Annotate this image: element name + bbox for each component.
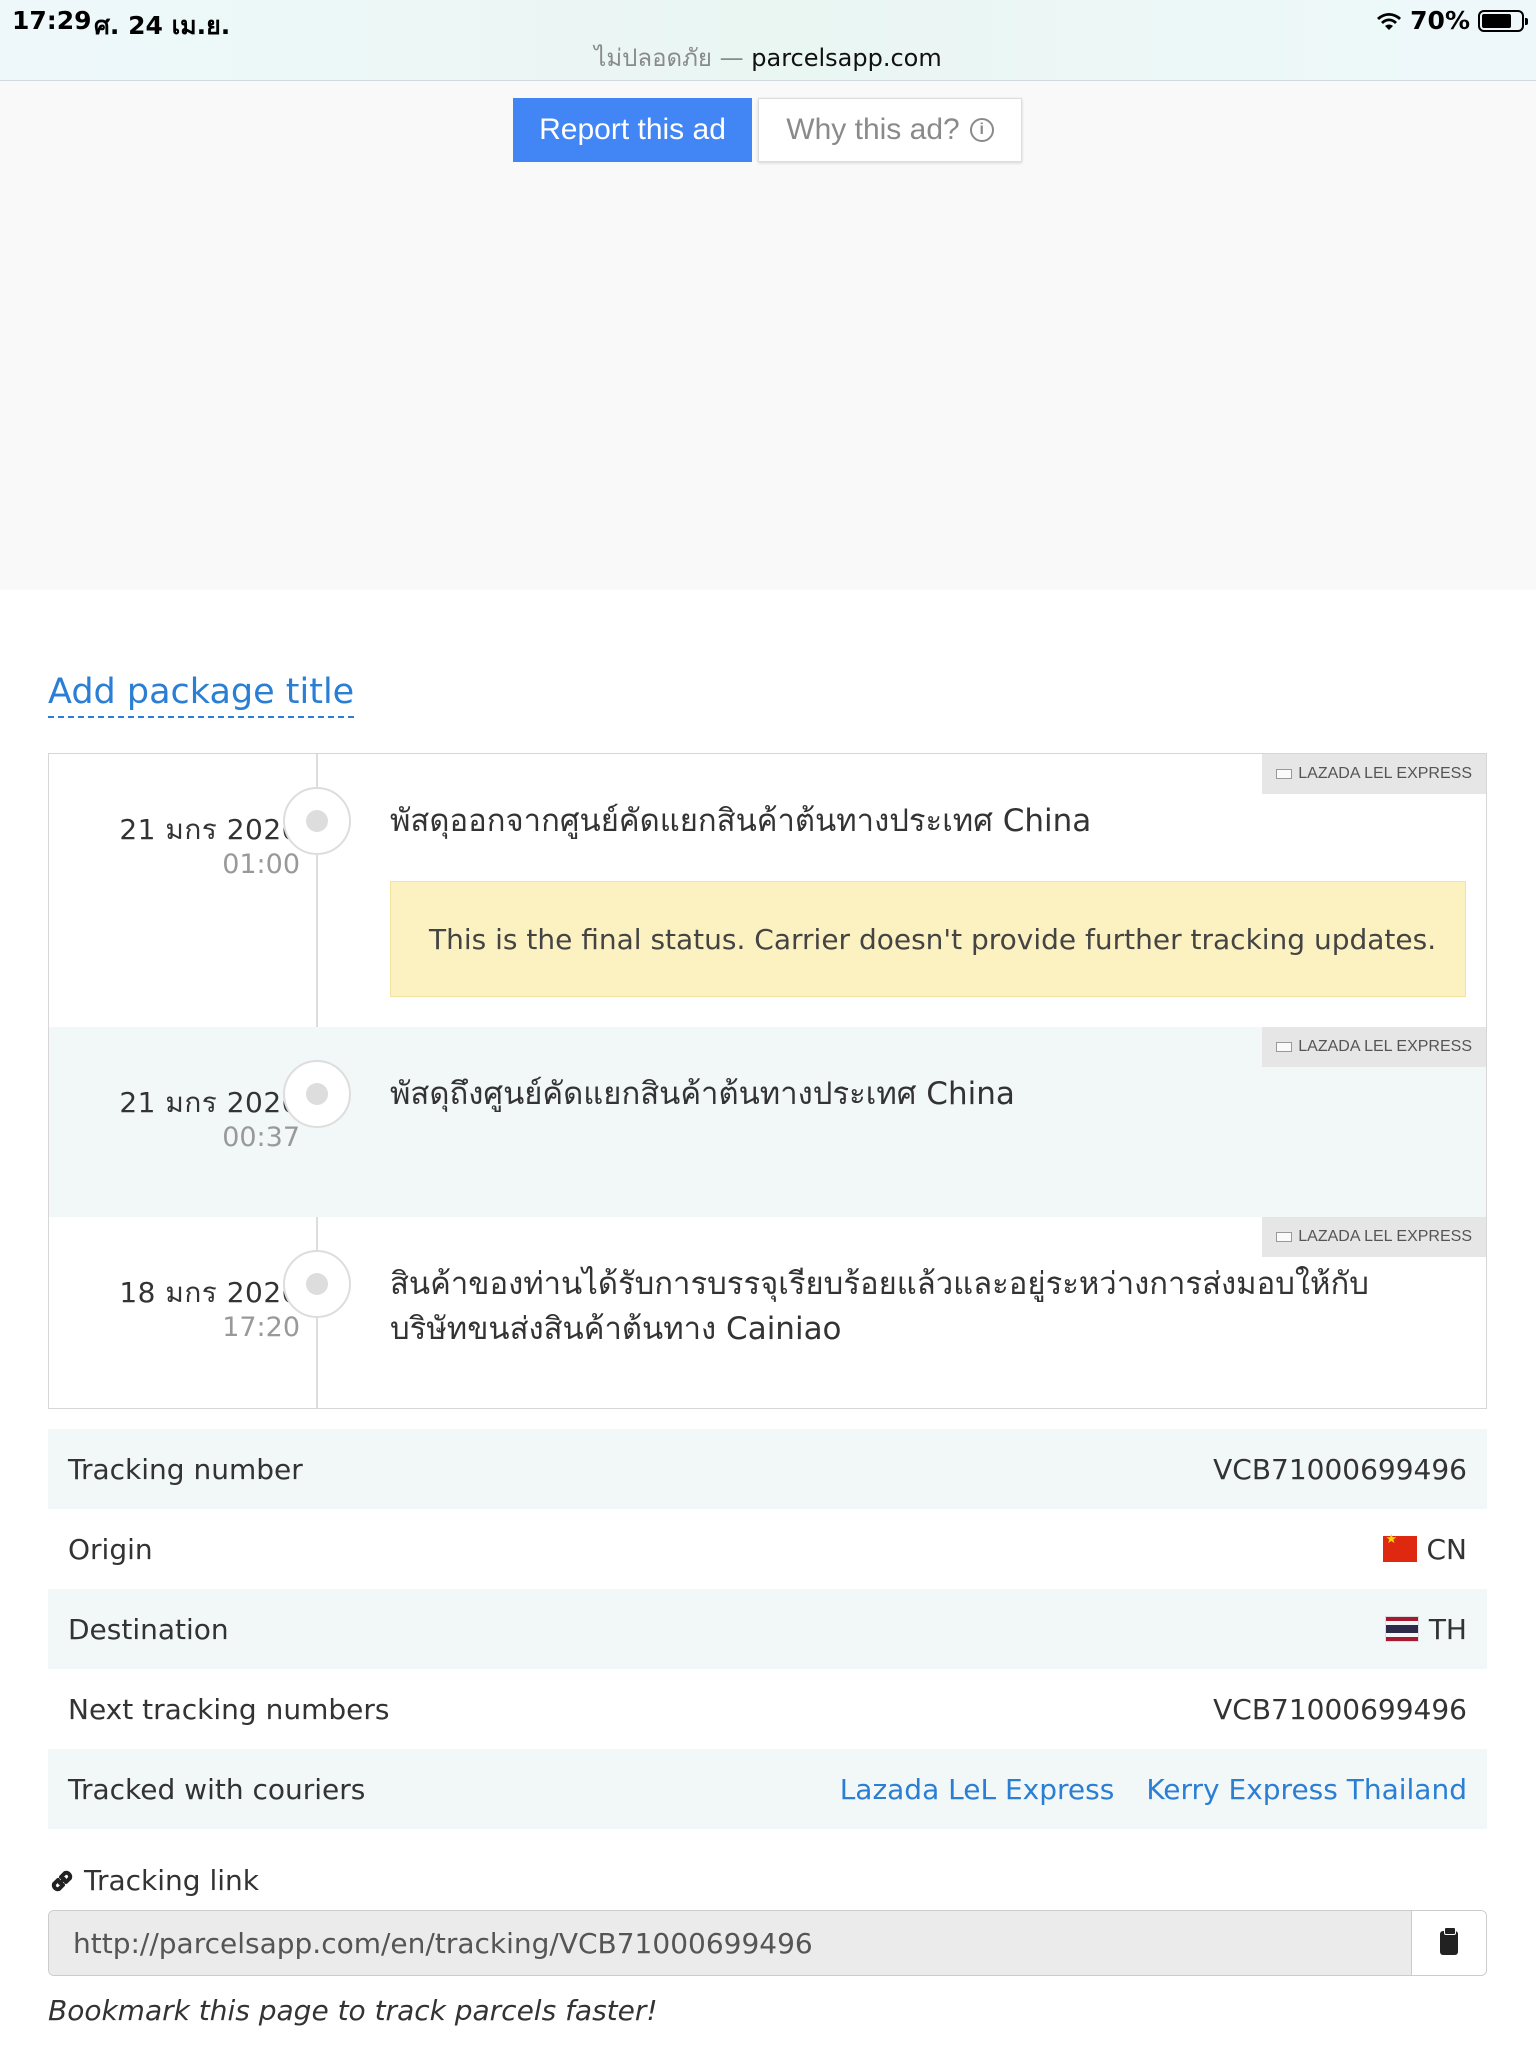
- info-row-tracking-number: Tracking number VCB71000699496: [48, 1429, 1487, 1509]
- event-description: พัสดุออกจากศูนย์คัดแยกสินค้าต้นทางประเทศ…: [390, 803, 1092, 839]
- timeline-dot: [283, 1250, 351, 1318]
- event-description: สินค้าของท่านได้รับการบรรจุเรียบร้อยแล้ว…: [390, 1266, 1369, 1347]
- carrier-badge: LAZADA LEL EXPRESS: [1262, 1027, 1486, 1067]
- why-this-ad-label: Why this ad?: [786, 113, 960, 146]
- destination-value: TH: [1384, 1612, 1467, 1646]
- origin-value: CN: [1382, 1532, 1468, 1566]
- event-time: 01:00: [222, 849, 300, 880]
- couriers-value: Lazada LeL Express Kerry Express Thailan…: [818, 1773, 1467, 1806]
- clock: 17:29: [12, 6, 92, 35]
- tracking-link-input[interactable]: [49, 1911, 1411, 1975]
- carrier-logo-icon: [1276, 769, 1293, 779]
- row-label: Origin: [68, 1532, 153, 1566]
- link-icon: [51, 1870, 73, 1891]
- copy-link-button[interactable]: [1411, 1911, 1486, 1975]
- thailand-flag-icon: [1384, 1616, 1419, 1642]
- tracking-timeline: LAZADA LEL EXPRESS 21 มกร 2020 01:00 พัส…: [48, 753, 1487, 1409]
- destination-code: TH: [1428, 1612, 1467, 1646]
- timeline-dot: [283, 787, 351, 855]
- url-text: parcelsapp.com: [751, 44, 942, 72]
- event-date: 18 มกร 2020: [119, 1276, 300, 1309]
- row-label: Tracked with couriers: [68, 1772, 366, 1806]
- timeline-event: LAZADA LEL EXPRESS 18 มกร 2020 17:20 สิน…: [49, 1217, 1486, 1409]
- carrier-name: LAZADA LEL EXPRESS: [1298, 1038, 1472, 1055]
- event-description: พัสดุถึงศูนย์คัดแยกสินค้าต้นทางประเทศ Ch…: [390, 1076, 1015, 1112]
- courier-link-lazada[interactable]: Lazada LeL Express: [840, 1773, 1115, 1806]
- tracking-number-value: VCB71000699496: [1213, 1452, 1467, 1486]
- tracking-link-heading: Tracking link: [48, 1864, 259, 1897]
- wifi-icon: [1377, 12, 1402, 30]
- timeline-dot: [283, 1060, 351, 1128]
- battery-icon: [1478, 9, 1528, 32]
- package-info-table: Tracking number VCB71000699496 Origin CN…: [48, 1429, 1487, 1829]
- carrier-name: LAZADA LEL EXPRESS: [1298, 1228, 1472, 1245]
- why-this-ad-button[interactable]: Why this ad? i: [758, 98, 1022, 162]
- insecure-label: ไม่ปลอดภัย —: [594, 44, 744, 72]
- event-date: 21 มกร 2020: [119, 813, 300, 846]
- carrier-badge: LAZADA LEL EXPRESS: [1262, 754, 1486, 794]
- event-date: 21 มกร 2020: [119, 1086, 300, 1119]
- timeline-event: LAZADA LEL EXPRESS 21 มกร 2020 01:00 พัส…: [49, 754, 1486, 1027]
- next-tracking-value: VCB71000699496: [1213, 1692, 1467, 1726]
- carrier-name: LAZADA LEL EXPRESS: [1298, 765, 1472, 782]
- china-flag-icon: [1382, 1532, 1417, 1562]
- tracking-link-label: Tracking link: [84, 1864, 259, 1897]
- info-icon: i: [969, 118, 994, 142]
- bookmark-hint: Bookmark this page to track parcels fast…: [48, 1994, 658, 2027]
- info-row-destination: Destination TH: [48, 1589, 1487, 1669]
- report-ad-button[interactable]: Report this ad: [513, 98, 752, 162]
- row-label: Tracking number: [68, 1452, 303, 1486]
- info-row-couriers: Tracked with couriers Lazada LeL Express…: [48, 1749, 1487, 1829]
- battery-percent: 70%: [1410, 6, 1470, 35]
- status-bar: 17:29 ศ. 24 เม.ย. 70% ไม่ปลอดภัย — parce…: [0, 0, 1536, 81]
- event-time: 00:37: [222, 1122, 300, 1153]
- courier-link-kerry[interactable]: Kerry Express Thailand: [1146, 1773, 1467, 1806]
- clipboard-icon: [1440, 1927, 1458, 1955]
- carrier-logo-icon: [1276, 1042, 1293, 1052]
- row-label: Destination: [68, 1612, 229, 1646]
- final-status-alert: This is the final status. Carrier doesn'…: [390, 881, 1466, 997]
- ad-container: Report this ad Why this ad? i: [0, 81, 1536, 590]
- timeline-event: LAZADA LEL EXPRESS 21 มกร 2020 00:37 พัส…: [49, 1027, 1486, 1217]
- address-bar[interactable]: ไม่ปลอดภัย — parcelsapp.com: [0, 38, 1536, 77]
- event-time: 17:20: [222, 1312, 300, 1343]
- origin-code: CN: [1426, 1532, 1468, 1566]
- row-label: Next tracking numbers: [68, 1692, 390, 1726]
- info-row-origin: Origin CN: [48, 1509, 1487, 1589]
- carrier-badge: LAZADA LEL EXPRESS: [1262, 1217, 1486, 1257]
- carrier-logo-icon: [1276, 1232, 1293, 1242]
- info-row-next-tracking: Next tracking numbers VCB71000699496: [48, 1669, 1487, 1749]
- tracking-link-field: [48, 1910, 1487, 1976]
- add-package-title-link[interactable]: Add package title: [48, 672, 355, 718]
- status-icons: 70%: [1376, 6, 1528, 35]
